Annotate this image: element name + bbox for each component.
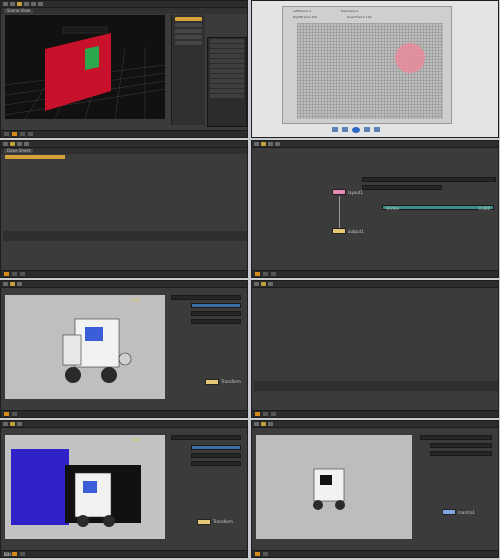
toolbar[interactable] xyxy=(252,421,498,428)
panel-truck-small-view: mantra1 xyxy=(251,420,499,558)
viewport-tabs: Scene View xyxy=(1,8,247,14)
toolbar-icon[interactable] xyxy=(17,2,22,6)
viewer-controls xyxy=(332,127,380,133)
toolbar-icon[interactable] xyxy=(38,2,43,6)
scene-viewport[interactable] xyxy=(4,15,166,120)
down-frame-field: DownFrame 120 xyxy=(346,15,372,19)
toolbar[interactable] xyxy=(1,1,247,8)
param-area xyxy=(171,295,247,345)
dropdown-menu[interactable] xyxy=(207,37,247,127)
small-truck xyxy=(313,468,345,510)
corner-label: cam xyxy=(131,297,140,302)
side-panel xyxy=(171,15,205,125)
timeline-tabs: Dope Sheet xyxy=(1,148,247,154)
node-mantra[interactable] xyxy=(442,509,456,515)
play-icon[interactable] xyxy=(4,132,9,136)
truck-viewport[interactable] xyxy=(5,295,165,399)
status-bar xyxy=(1,270,247,277)
image-canvas[interactable]: LeftFrame 0 TopFrame 0 RightFrame 120 Do… xyxy=(282,6,452,124)
toolbar[interactable] xyxy=(252,281,498,288)
status-bar: Edit Contents xyxy=(1,550,247,557)
status-bar xyxy=(252,550,498,557)
node-layout[interactable] xyxy=(332,189,346,195)
panel-empty-view xyxy=(251,280,499,418)
panel-network-view: Vertex 0.000 layout1 output1 xyxy=(251,140,499,278)
toolbar[interactable] xyxy=(1,281,247,288)
param-area xyxy=(420,435,498,485)
play-icon[interactable] xyxy=(342,127,348,132)
pixel-grid xyxy=(297,23,443,119)
tab-scene-view[interactable]: Scene View xyxy=(4,9,33,13)
toolbar-icon[interactable] xyxy=(10,2,15,6)
green-square xyxy=(85,46,99,70)
stop-icon[interactable] xyxy=(12,132,17,136)
param-bar[interactable] xyxy=(362,177,496,182)
tab-dope-sheet[interactable]: Dope Sheet xyxy=(4,149,34,153)
houdini-toolbar-icon[interactable] xyxy=(3,2,8,6)
param-bar[interactable] xyxy=(362,185,442,190)
status-bar xyxy=(1,410,247,417)
pink-circle xyxy=(395,43,425,73)
corner-label: cam xyxy=(131,437,140,442)
node-transform[interactable] xyxy=(205,379,219,385)
selected-track[interactable] xyxy=(5,155,65,159)
play-icon[interactable] xyxy=(4,272,9,276)
next-icon[interactable] xyxy=(364,127,370,132)
timeline-ruler[interactable] xyxy=(254,381,498,391)
toolbar-icon[interactable] xyxy=(31,2,36,6)
panel-truck-view: cam Transform xyxy=(0,280,248,418)
left-frame-field: LeftFrame 0 xyxy=(293,9,311,13)
right-frame-field: RightFrame 120 xyxy=(293,15,317,19)
panel-truck-wall-view: cam Transform Edit Contents xyxy=(0,420,248,558)
grid-floor xyxy=(4,26,166,120)
status-bar xyxy=(252,270,498,277)
panel-timeline: Dope Sheet xyxy=(0,140,248,278)
zoom-icon[interactable] xyxy=(374,127,380,132)
scene-model xyxy=(11,449,141,527)
status-bar xyxy=(252,410,498,417)
node-transform[interactable] xyxy=(197,519,211,525)
toolbar[interactable] xyxy=(1,141,247,148)
record-icon[interactable] xyxy=(352,127,360,133)
top-frame-field: TopFrame 0 xyxy=(340,9,359,13)
timeline-ruler[interactable] xyxy=(3,231,247,241)
panel-image-viewer: LeftFrame 0 TopFrame 0 RightFrame 120 Do… xyxy=(251,0,499,138)
toolbar-icon[interactable] xyxy=(24,2,29,6)
prev-icon[interactable] xyxy=(332,127,338,132)
truck-wall-viewport[interactable] xyxy=(5,435,165,539)
screenshot-grid: Scene View LeftFrame 0 TopFrame 0 RightF… xyxy=(0,0,500,560)
node-output[interactable] xyxy=(332,228,346,234)
param-slider[interactable]: Vertex 0.000 xyxy=(382,205,494,211)
toolbar[interactable] xyxy=(252,141,498,148)
truck-model xyxy=(62,318,132,383)
status-bar xyxy=(1,130,247,137)
panel-scene-view: Scene View xyxy=(0,0,248,138)
param-area xyxy=(171,435,247,495)
toolbar[interactable] xyxy=(1,421,247,428)
truck-small-viewport[interactable] xyxy=(256,435,412,539)
